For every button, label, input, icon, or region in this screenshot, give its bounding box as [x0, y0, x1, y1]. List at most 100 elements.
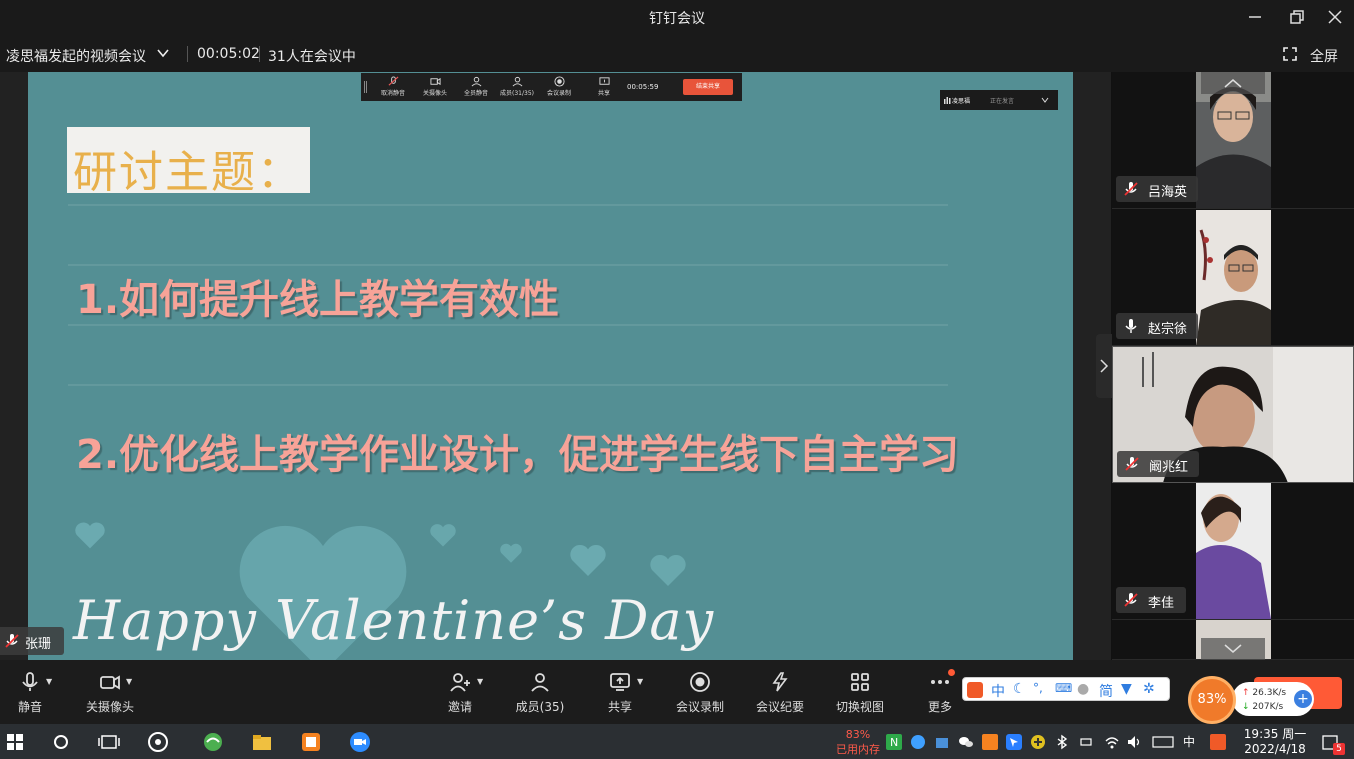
minutes-button[interactable]: 会议纪要 — [754, 670, 806, 715]
n-app-icon[interactable]: N — [886, 734, 902, 750]
sogou-ime-icon[interactable] — [1210, 734, 1226, 750]
taskbar: 83% 已用内存 N 中 19:35 周一 2022/4/18 5 — [0, 724, 1354, 759]
browser-icon[interactable] — [202, 731, 224, 753]
meeting-title[interactable]: 凌思福发起的视频会议 — [6, 46, 146, 66]
slide-divider — [68, 204, 948, 206]
mic-icon — [1125, 319, 1137, 333]
share-camera-button[interactable]: 关摄像头 — [417, 76, 453, 97]
network-speed-box: ↑ 26.3K/s ↓ 207K/s + — [1232, 682, 1314, 716]
share-timer: 00:05:59 — [627, 83, 659, 91]
record-icon — [553, 76, 565, 87]
members-icon — [531, 673, 549, 692]
punctuation-icon[interactable]: °, — [1033, 681, 1043, 695]
participant-video — [1196, 210, 1271, 345]
share-mute-all-button[interactable]: 全员静音 — [458, 76, 494, 97]
wechat-icon[interactable] — [958, 734, 974, 750]
participant-tile-active[interactable]: 阚兆红 — [1112, 346, 1354, 483]
participant-tile[interactable]: 赵宗徐 — [1112, 209, 1354, 346]
memory-ball[interactable]: 83% — [1188, 676, 1236, 724]
settings-gear-icon[interactable]: ✲ — [1143, 681, 1155, 697]
ime-simplified[interactable]: 简 — [1099, 681, 1113, 701]
maximize-button[interactable] — [1286, 6, 1308, 28]
scroll-down-button[interactable] — [1201, 638, 1265, 660]
keyboard-icon[interactable] — [1152, 734, 1174, 750]
share-mute-all-label: 全员静音 — [463, 90, 488, 97]
switch-view-button[interactable]: 切换视图 — [834, 670, 886, 715]
chevron-down-icon — [1041, 97, 1049, 103]
share-members-button[interactable]: 成员(31/35) — [499, 76, 535, 97]
more-button[interactable]: 更多 — [924, 670, 956, 715]
record-button[interactable]: 会议录制 — [674, 670, 726, 715]
mute-label: 静音 — [17, 700, 42, 714]
mute-button[interactable]: 静音 — [10, 670, 50, 715]
wps-tray-icon[interactable] — [982, 734, 998, 750]
participant-tile[interactable]: 李佳 — [1112, 483, 1354, 620]
minimize-button[interactable] — [1244, 6, 1266, 28]
heart-decoration — [430, 524, 456, 547]
memory-usage[interactable]: 83% 已用内存 — [833, 727, 883, 757]
folder-icon[interactable] — [251, 731, 273, 753]
speaking-indicator[interactable]: 凌思福 正在发言 — [940, 90, 1058, 110]
volume-icon[interactable] — [1126, 734, 1142, 750]
share-share-button[interactable]: 共享 — [586, 76, 622, 97]
camera-icon — [100, 675, 120, 690]
participant-name: 阚兆红 — [1149, 460, 1189, 475]
keyboard-icon[interactable]: ⌨ — [1055, 681, 1072, 695]
pinwheel-app-icon[interactable] — [147, 731, 169, 753]
share-record-button[interactable]: 会议录制 — [541, 76, 577, 97]
bluetooth-icon[interactable] — [1054, 734, 1070, 750]
memory-label: 已用内存 — [836, 743, 880, 756]
meeting-app-icon[interactable] — [349, 731, 371, 753]
svg-text:N: N — [890, 736, 898, 749]
slide-divider — [68, 384, 948, 386]
boost-plus-icon[interactable]: + — [1294, 690, 1312, 708]
windows-start-icon[interactable] — [4, 731, 26, 753]
task-view-icon[interactable] — [98, 731, 120, 753]
grid-view-icon — [851, 673, 869, 691]
usb-icon[interactable] — [1078, 734, 1094, 750]
wps-app-icon[interactable] — [300, 731, 322, 753]
system-clock[interactable]: 19:35 周一 2022/4/18 — [1240, 727, 1310, 757]
search-circle-icon[interactable] — [50, 731, 72, 753]
screen-share-icon — [610, 673, 630, 691]
participant-name: 李佳 — [1148, 596, 1175, 611]
fullscreen-button[interactable]: 全屏 — [1310, 46, 1338, 66]
fullscreen-icon[interactable] — [1283, 47, 1297, 61]
wifi-icon[interactable] — [1104, 734, 1120, 750]
ime-toolbar[interactable]: 中 ☾ °, ⌨ ● 简 ▼ ✲ — [962, 677, 1170, 701]
chevron-down-icon[interactable] — [156, 46, 170, 60]
audio-level-icon — [944, 97, 951, 104]
input-language[interactable]: 中 — [1183, 733, 1195, 750]
invite-options-caret[interactable]: ▼ — [477, 677, 483, 686]
stop-share-button[interactable]: 结束共享 — [683, 79, 733, 95]
plus-tray-icon[interactable] — [1030, 734, 1046, 750]
participant-name-tag: 吕海英 — [1116, 176, 1198, 202]
dingtalk-icon[interactable] — [1006, 734, 1022, 750]
drag-handle[interactable] — [364, 81, 367, 93]
shield-tray-icon[interactable] — [934, 734, 950, 750]
speed-widget[interactable]: ↑ 26.3K/s ↓ 207K/s + 83% — [1188, 676, 1316, 724]
skin-icon[interactable]: ▼ — [1121, 681, 1132, 697]
share-unmute-button[interactable]: 取消静音 — [375, 76, 411, 97]
mute-options-caret[interactable]: ▼ — [46, 677, 52, 686]
download-speed: ↓ 207K/s — [1242, 702, 1284, 712]
slide-script-text: Happy Valentine’s Day — [73, 589, 715, 652]
app-tray-icon[interactable] — [910, 734, 926, 750]
camera-options-caret[interactable]: ▼ — [126, 677, 132, 686]
slide-title: 研讨主题： — [73, 147, 303, 198]
share-button[interactable]: 共享 — [604, 670, 636, 715]
share-members-label: 成员(31/35) — [500, 90, 534, 97]
close-button[interactable] — [1324, 6, 1346, 28]
scroll-up-button[interactable] — [1201, 72, 1265, 94]
camera-icon — [429, 77, 441, 86]
collapse-panel-button[interactable] — [1096, 334, 1112, 398]
members-button[interactable]: 成员(35) — [512, 670, 568, 715]
mic-icon — [22, 672, 38, 691]
invite-button[interactable]: 邀请 — [442, 670, 478, 715]
share-options-caret[interactable]: ▼ — [637, 677, 643, 686]
close-icon — [1328, 10, 1342, 24]
ime-mode-chinese[interactable]: 中 — [991, 681, 1005, 701]
meeting-window: 钉钉会议 凌思福发起的视频会议 00:05:02 31人在会议中 全屏 研讨主题… — [0, 0, 1354, 759]
moon-icon[interactable]: ☾ — [1013, 681, 1026, 697]
user-icon[interactable]: ● — [1077, 681, 1089, 697]
